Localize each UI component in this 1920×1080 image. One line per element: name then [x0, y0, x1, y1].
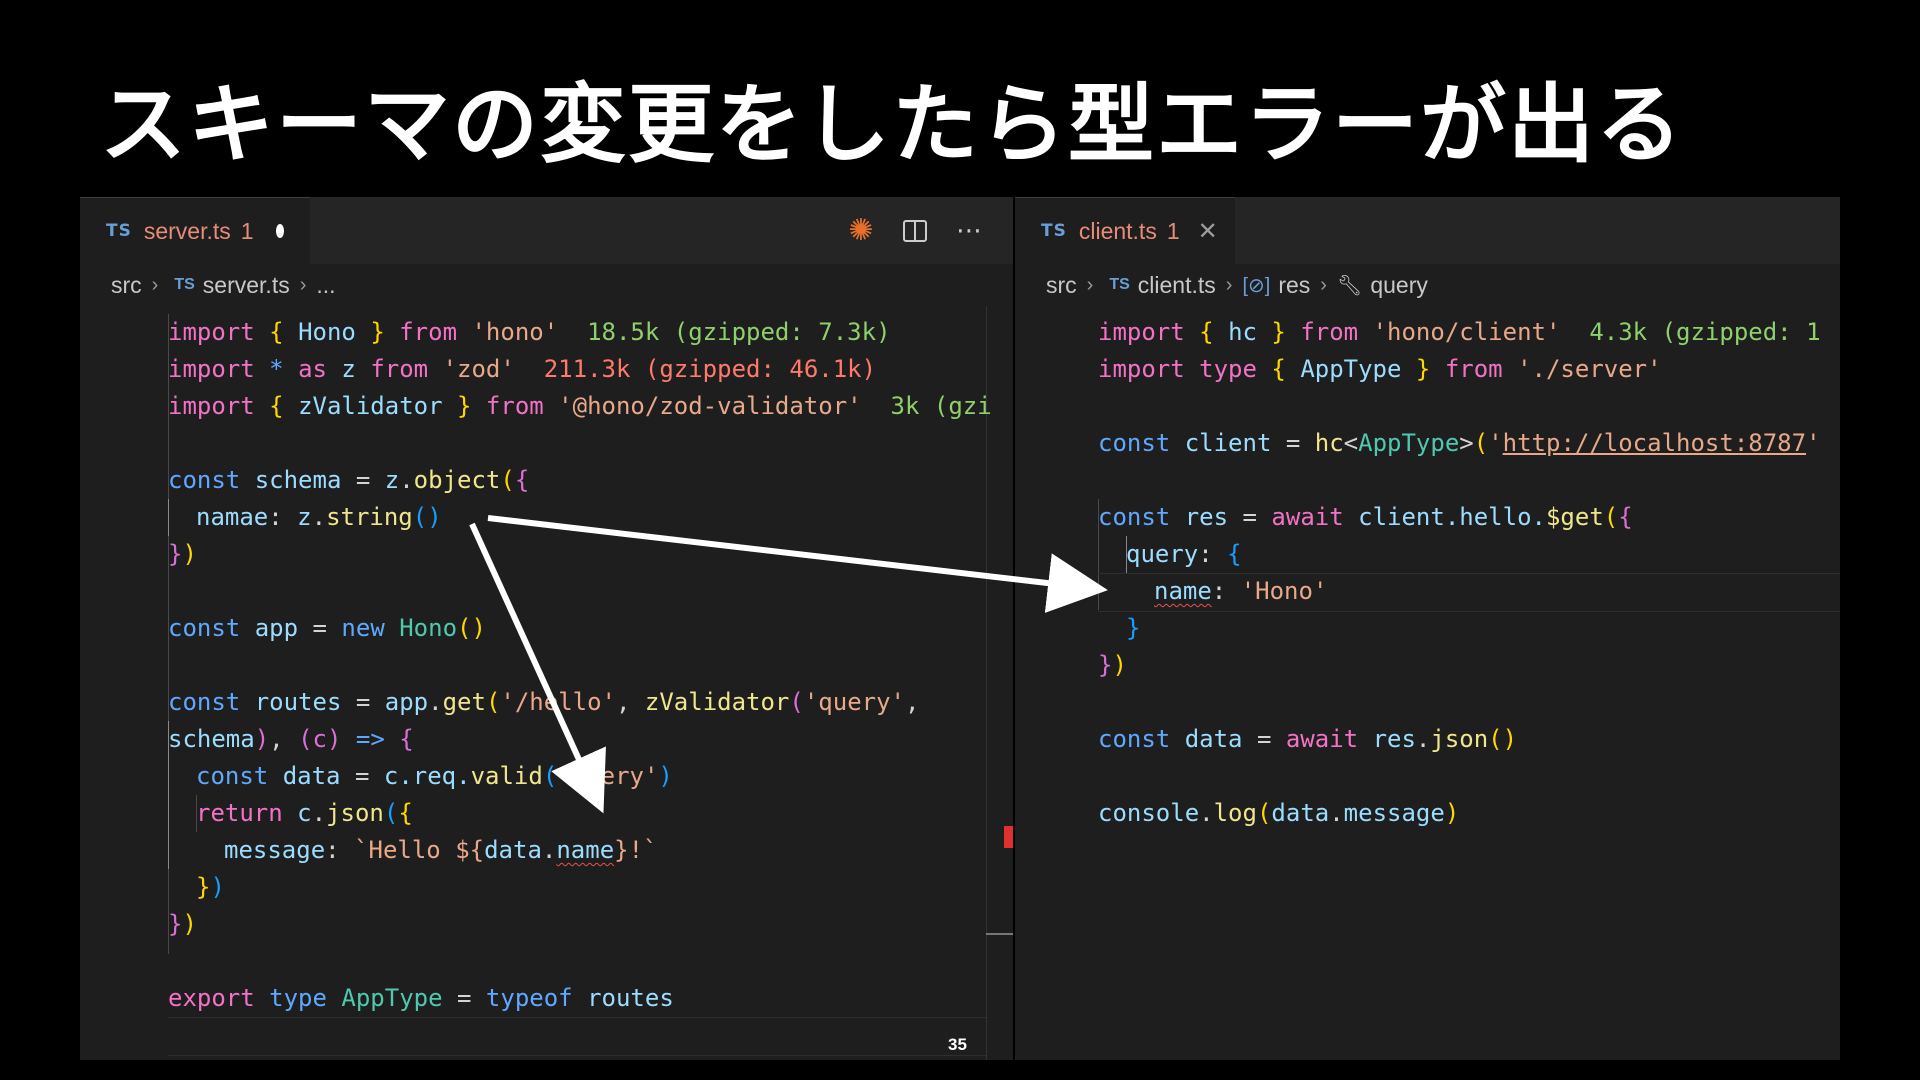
code-line-10: }) — [1098, 651, 1127, 679]
tab-server-ts[interactable]: TS server.ts 1 — [80, 197, 310, 264]
typescript-icon: TS — [174, 276, 195, 293]
import-cost: 211.3k (gzipped: 46.1k) — [543, 355, 877, 383]
code-line-7: query: { — [1126, 540, 1242, 568]
server-editor-pane: TS server.ts 1 ✺ ⋯ src › TS server.ts › … — [80, 197, 1013, 1060]
tab-bar: TS server.ts 1 ✺ ⋯ — [80, 197, 1013, 264]
problem-count: 1 — [1166, 217, 1180, 244]
tab-client-ts[interactable]: TS client.ts 1 ✕ — [1015, 197, 1235, 264]
page-number: 35 — [948, 1035, 967, 1054]
localhost-link[interactable]: http://localhost:8787 — [1503, 429, 1806, 457]
breadcrumb: src › TS server.ts › ... — [80, 264, 1013, 306]
code-line-3: import { zValidator } from '@hono/zod-va… — [168, 392, 992, 420]
slide-title: スキーマの変更をしたら型エラーが出る — [100, 75, 1684, 175]
type-error-name: name — [1154, 577, 1212, 605]
sparkle-icon[interactable]: ✺ — [845, 213, 877, 248]
breadcrumb-folder[interactable]: src — [111, 272, 142, 299]
code-line-1: import { Hono } from 'hono' 18.5k (gzipp… — [168, 318, 891, 346]
editor-actions: ✺ ⋯ — [845, 197, 985, 264]
breadcrumb-more[interactable]: ... — [316, 272, 335, 299]
breadcrumb-symbol-res[interactable]: res — [1278, 272, 1310, 299]
import-cost: 18.5k (gzipped: 7.3k) — [587, 318, 891, 346]
split-editor-icon[interactable] — [899, 215, 931, 247]
wrench-icon: 🔧︎ — [1336, 274, 1363, 297]
breadcrumb-symbol-query[interactable]: query — [1370, 272, 1428, 299]
indent-guide-active — [168, 499, 169, 536]
current-line-highlight — [168, 1017, 986, 1056]
error-scroll-marker — [1004, 826, 1013, 848]
tab-filename: server.ts — [143, 217, 231, 244]
chevron-right-icon: › — [299, 273, 307, 296]
code-line-12: schema), (c) => { — [168, 725, 414, 753]
code-line-17: }) — [168, 910, 197, 938]
code-area[interactable]: import { Hono } from 'hono' 18.5k (gzipp… — [80, 306, 1013, 1060]
chevron-right-icon: › — [1320, 273, 1327, 296]
code-line-14: return c.json({ — [196, 799, 413, 827]
code-line-5: const schema = z.object({ — [168, 466, 530, 494]
code-line-2: import * as z from 'zod' 211.3k (gzipped… — [168, 355, 877, 383]
chevron-right-icon: › — [151, 273, 159, 296]
code-line-16: }) — [196, 873, 225, 901]
code-line-13: const data = c.req.valid('query') — [196, 762, 673, 790]
code-line-7: }) — [168, 540, 197, 568]
chevron-right-icon: › — [1225, 273, 1233, 296]
code-line-11: const routes = app.get('/hello', zValida… — [168, 688, 920, 716]
more-icon[interactable]: ⋯ — [953, 215, 985, 247]
scrollbar-thumb[interactable] — [986, 933, 1013, 935]
typescript-icon: TS — [1041, 221, 1067, 241]
code-area[interactable]: import { hc } from 'hono/client' 4.3k (g… — [1015, 306, 1840, 1060]
code-line-9: } — [1126, 614, 1141, 642]
code-line-14: console.log(data.message) — [1098, 799, 1460, 827]
code-line-4: const client = hc<AppType>('http://local… — [1098, 429, 1821, 457]
code-line-1: import { hc } from 'hono/client' 4.3k (g… — [1098, 318, 1821, 346]
unsaved-dot-icon[interactable] — [275, 224, 284, 238]
breadcrumb-file[interactable]: client.ts — [1138, 272, 1216, 299]
typescript-icon: TS — [106, 221, 132, 241]
code-line-15: message: `Hello ${data.name}!` — [224, 836, 658, 864]
code-line-2: import type { AppType } from './server' — [1098, 355, 1662, 383]
tab-filename: client.ts — [1078, 217, 1157, 244]
typescript-icon: TS — [1109, 276, 1130, 293]
code-line-8: name: 'Hono' — [1154, 577, 1328, 605]
breadcrumb-folder[interactable]: src — [1046, 272, 1077, 299]
code-line-9: const app = new Hono() — [168, 614, 486, 642]
import-cost: 4.3k (gzipped: 1 — [1589, 318, 1821, 346]
problem-count: 1 — [240, 217, 254, 244]
code-line-12: const data = await res.json() — [1098, 725, 1518, 753]
client-editor-pane: TS client.ts 1 ✕ src › TS client.ts › [⊘… — [1015, 197, 1840, 1060]
code-line-6: const res = await client.hello.$get({ — [1098, 503, 1633, 531]
code-line-6: namae: z.string() — [196, 503, 442, 531]
variable-icon: [⊘] — [1242, 274, 1271, 297]
close-icon[interactable]: ✕ — [1198, 217, 1218, 245]
breadcrumb: src › TS client.ts › [⊘] res › 🔧︎ query — [1015, 264, 1840, 306]
chevron-right-icon: › — [1086, 273, 1094, 296]
type-error-name: name — [556, 836, 615, 864]
tab-bar: TS client.ts 1 ✕ — [1015, 197, 1840, 264]
breadcrumb-file[interactable]: server.ts — [203, 272, 290, 299]
code-line-19: export type AppType = typeof routes — [168, 984, 674, 1012]
import-cost: 3k (gzi — [890, 392, 992, 420]
